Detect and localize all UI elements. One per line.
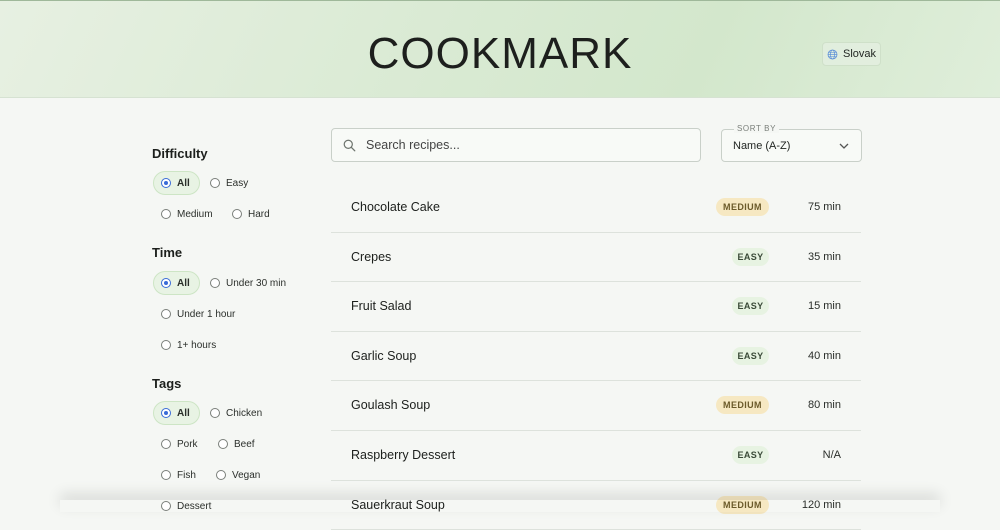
time-filter-title: Time — [152, 245, 183, 260]
radio-button[interactable] — [161, 309, 171, 319]
difficulty-badge: EASY — [732, 247, 769, 266]
radio-button[interactable] — [210, 178, 220, 188]
difficulty-badge: MEDIUM — [716, 198, 769, 216]
app-header: COOKMARK Slovak — [0, 0, 1000, 98]
radio-button[interactable] — [210, 278, 220, 288]
option-label: All — [177, 407, 190, 419]
option-label: Beef — [234, 438, 255, 450]
radio-button[interactable] — [161, 408, 171, 418]
tags-option-chicken[interactable]: Chicken — [210, 401, 262, 425]
option-label: 1+ hours — [177, 339, 217, 351]
recipe-time: 75 min — [807, 201, 841, 213]
tags-option-pork[interactable]: Pork — [161, 432, 198, 456]
radio-button[interactable] — [232, 209, 242, 219]
recipe-row-fruit-salad[interactable]: Fruit Salad EASY 15 min — [331, 282, 861, 332]
difficulty-option-all[interactable]: All — [153, 171, 200, 195]
option-label: Hard — [248, 208, 270, 220]
recipe-time: 80 min — [807, 399, 841, 412]
time-option-1-plus-hours[interactable]: 1+ hours — [161, 333, 216, 357]
recipe-time: 40 min — [807, 349, 841, 362]
recipe-name: Garlic Soup — [351, 348, 417, 363]
search-input[interactable] — [364, 137, 684, 153]
difficulty-badge: EASY — [732, 445, 769, 464]
radio-button[interactable] — [218, 439, 228, 449]
globe-icon — [827, 49, 838, 59]
sort-label: SORT BY — [734, 124, 780, 133]
radio-button[interactable] — [161, 470, 171, 480]
tags-option-vegan[interactable]: Vegan — [216, 463, 260, 487]
tags-filter-title: Tags — [152, 376, 182, 391]
time-option-all[interactable]: All — [153, 271, 200, 295]
recipe-time: 15 min — [807, 300, 841, 313]
recipe-name: Chocolate Cake — [351, 200, 440, 214]
option-label: Pork — [177, 438, 198, 450]
difficulty-badge: EASY — [732, 297, 769, 316]
option-label: Fish — [177, 469, 196, 481]
recipe-name: Raspberry Dessert — [351, 447, 456, 462]
difficulty-badge: MEDIUM — [716, 396, 769, 415]
recipe-time: 35 min — [807, 250, 841, 263]
radio-button[interactable] — [161, 178, 171, 188]
option-label: All — [177, 177, 190, 189]
search-box[interactable] — [331, 128, 701, 162]
recipe-name: Crepes — [351, 249, 392, 264]
difficulty-badge: EASY — [732, 346, 769, 365]
recipe-name: Fruit Salad — [351, 299, 412, 314]
recipe-time: N/A — [822, 448, 841, 461]
chevron-down-icon — [839, 143, 849, 149]
radio-button[interactable] — [216, 470, 226, 480]
option-label: Chicken — [226, 407, 263, 419]
radio-button[interactable] — [161, 209, 171, 219]
recipe-row-goulash-soup[interactable]: Goulash Soup MEDIUM 80 min — [331, 381, 861, 431]
tags-option-fish[interactable]: Fish — [161, 463, 196, 487]
recipe-row-chocolate-cake[interactable]: Chocolate Cake MEDIUM 75 min — [331, 183, 861, 233]
bottom-shadow — [60, 500, 940, 512]
option-label: Under 1 hour — [177, 308, 236, 320]
difficulty-option-hard[interactable]: Hard — [232, 202, 270, 226]
recipe-row-garlic-soup[interactable]: Garlic Soup EASY 40 min — [331, 332, 861, 382]
time-option-under-30[interactable]: Under 30 min — [210, 271, 286, 295]
search-icon — [343, 139, 356, 151]
difficulty-option-easy[interactable]: Easy — [210, 171, 248, 195]
sort-value: Name (A-Z) — [733, 140, 791, 152]
tags-option-all[interactable]: All — [153, 401, 200, 425]
radio-button[interactable] — [210, 408, 220, 418]
radio-button[interactable] — [161, 340, 171, 350]
difficulty-filter-title: Difficulty — [152, 146, 208, 161]
recipe-name: Goulash Soup — [351, 398, 431, 413]
difficulty-option-medium[interactable]: Medium — [161, 202, 213, 226]
sort-select[interactable]: SORT BY Name (A-Z) — [721, 124, 862, 162]
recipe-list: Chocolate Cake MEDIUM 75 min Crepes EASY… — [331, 183, 861, 530]
option-label: Medium — [177, 208, 213, 220]
language-button[interactable]: Slovak — [822, 42, 881, 66]
language-label: Slovak — [842, 48, 877, 60]
option-label: Easy — [226, 177, 249, 189]
time-option-under-1-hour[interactable]: Under 1 hour — [161, 302, 235, 326]
recipe-row-raspberry-dessert[interactable]: Raspberry Dessert EASY N/A — [331, 431, 861, 481]
option-label: Under 30 min — [226, 277, 287, 289]
option-label: All — [177, 277, 190, 289]
radio-button[interactable] — [161, 439, 171, 449]
recipe-row-crepes[interactable]: Crepes EASY 35 min — [331, 233, 861, 283]
tags-option-beef[interactable]: Beef — [218, 432, 255, 456]
option-label: Vegan — [232, 469, 261, 481]
radio-button[interactable] — [161, 278, 171, 288]
